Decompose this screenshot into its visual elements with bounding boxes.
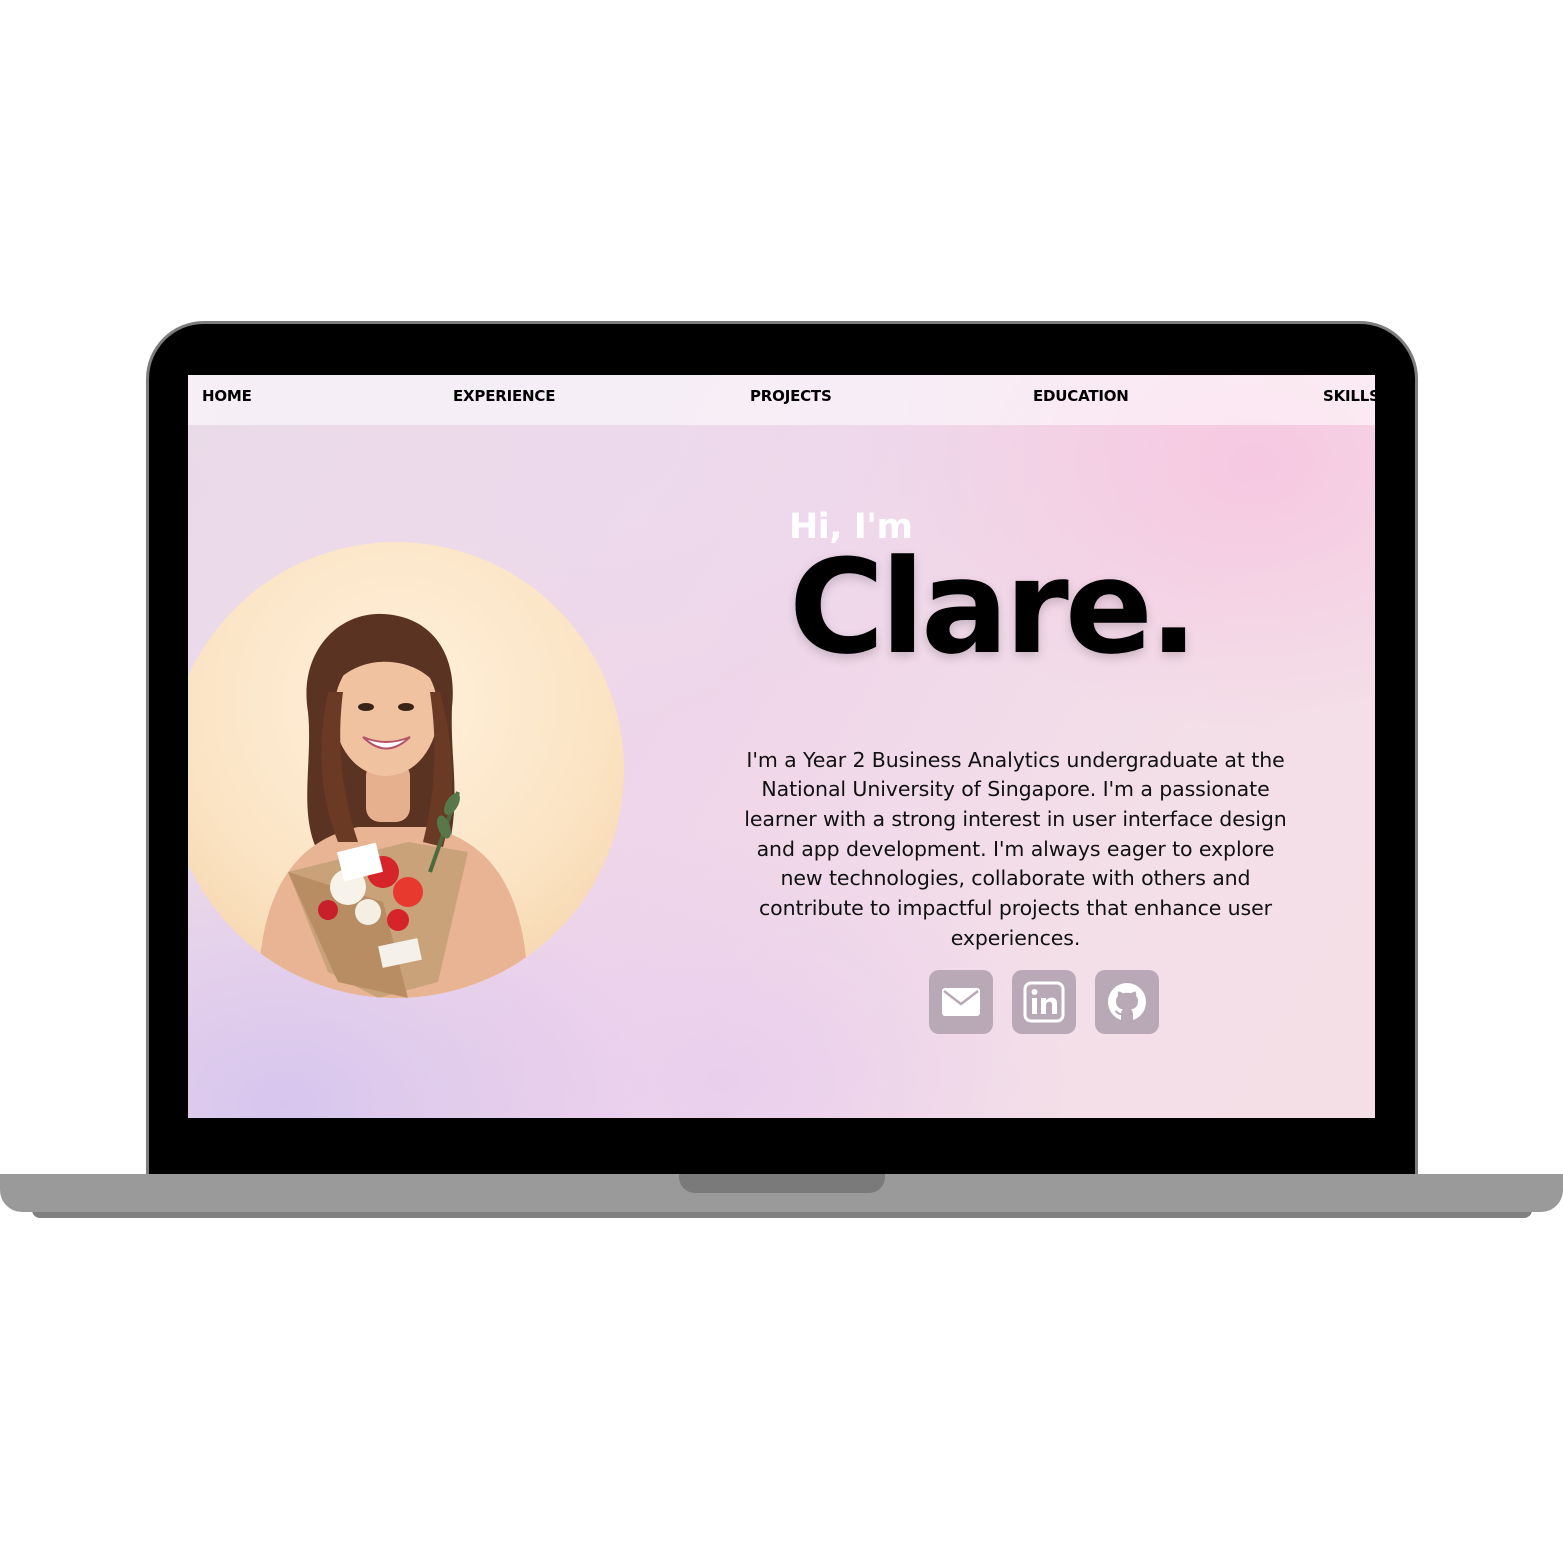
laptop-screen: HOME EXPERIENCE PROJECTS EDUCATION SKILL… <box>188 375 1375 1118</box>
profile-photo <box>188 542 624 998</box>
hero-name: Clare. <box>789 531 1198 683</box>
nav-education[interactable]: EDUCATION <box>1033 387 1129 405</box>
github-link[interactable] <box>1095 970 1159 1034</box>
nav-projects[interactable]: PROJECTS <box>750 387 832 405</box>
nav-home[interactable]: HOME <box>202 387 252 405</box>
profile-photo-illustration <box>258 613 528 998</box>
mail-icon <box>942 988 980 1016</box>
social-links <box>929 970 1159 1034</box>
top-nav: HOME EXPERIENCE PROJECTS EDUCATION SKILL… <box>188 375 1375 425</box>
laptop-notch <box>679 1174 885 1193</box>
email-link[interactable] <box>929 970 993 1034</box>
nav-skills[interactable]: SKILLS <box>1323 387 1375 405</box>
linkedin-icon <box>1023 981 1065 1023</box>
nav-experience[interactable]: EXPERIENCE <box>453 387 555 405</box>
bio-text: I'm a Year 2 Business Analytics undergra… <box>744 747 1287 950</box>
github-icon <box>1108 983 1146 1021</box>
linkedin-link[interactable] <box>1012 970 1076 1034</box>
laptop-mockup: HOME EXPERIENCE PROJECTS EDUCATION SKILL… <box>0 0 1563 1563</box>
